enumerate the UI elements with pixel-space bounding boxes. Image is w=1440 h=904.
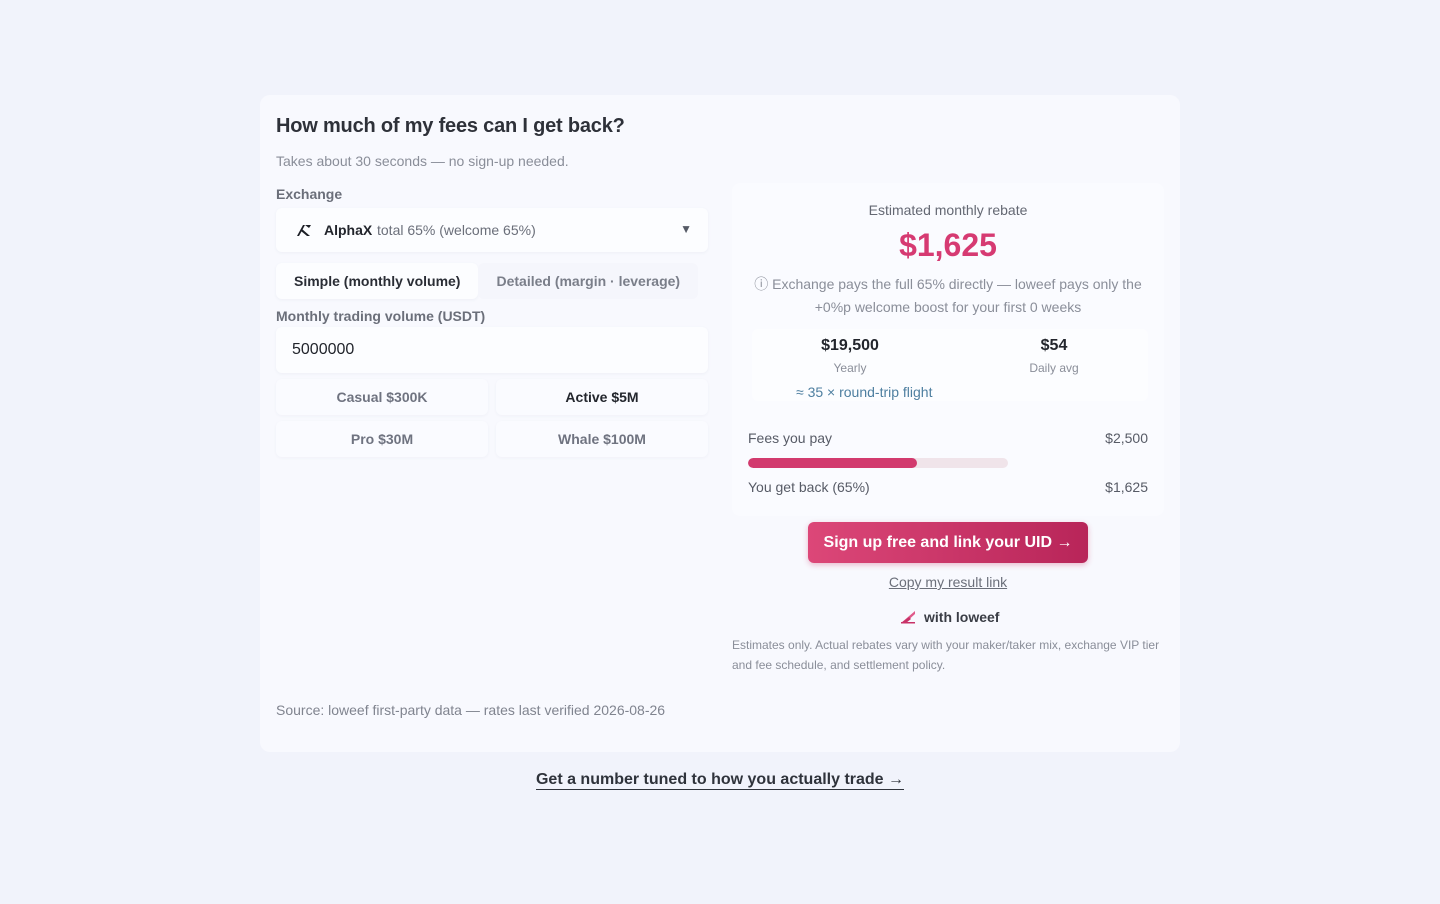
- flight-comparison: ≈ 35 × round-trip flight: [796, 384, 933, 400]
- bottom-link-wrap: Get a number tuned to how you actually t…: [0, 771, 1440, 790]
- disclaimer: Estimates only. Actual rebates vary with…: [732, 638, 1160, 672]
- alphax-logo-icon: [297, 225, 311, 236]
- fees-label: Fees you pay: [748, 430, 833, 446]
- preset-casual-button[interactable]: Casual $300K: [276, 379, 488, 415]
- volume-input[interactable]: [276, 327, 708, 373]
- brand-name: with loweef: [924, 609, 1000, 625]
- preset-whale-button[interactable]: Whale $100M: [496, 421, 708, 457]
- result-note: ⓘ Exchange pays the full 65% directly — …: [754, 276, 1142, 315]
- signup-button[interactable]: Sign up free and link your UID →: [808, 522, 1088, 563]
- loweef-logo-icon: [901, 611, 915, 624]
- yearly-label: Yearly: [833, 361, 867, 375]
- copy-result-link[interactable]: Copy my result link: [808, 574, 1088, 590]
- stats-box: $19,500 Yearly $54 Daily avg ≈ 35 × roun…: [752, 329, 1148, 401]
- back-value: $1,625: [1105, 479, 1148, 495]
- rebate-bar-fill: [748, 458, 917, 468]
- exchange-rate-text: total 65% (welcome 65%): [377, 222, 536, 238]
- tab-simple[interactable]: Simple (monthly volume): [276, 263, 479, 299]
- tab-detailed[interactable]: Detailed (margin · leverage): [478, 263, 699, 299]
- exchange-select[interactable]: AlphaX total 65% (welcome 65%) ▼: [276, 208, 708, 252]
- result-panel: Estimated monthly rebate $1,625 ⓘ Exchan…: [732, 183, 1164, 516]
- calculator-subtitle: Takes about 30 seconds — no sign-up need…: [276, 153, 569, 169]
- brand-credit: with loweef: [900, 608, 999, 626]
- fees-value: $2,500: [1105, 430, 1148, 446]
- daily-label: Daily avg: [1029, 361, 1079, 375]
- back-row: You get back (65%) $1,625: [748, 479, 1148, 495]
- preset-active-button[interactable]: Active $5M: [496, 379, 708, 415]
- volume-label: Monthly trading volume (USDT): [276, 308, 486, 324]
- rebate-calculator-card: How much of my fees can I get back? Take…: [260, 95, 1180, 752]
- result-label: Estimated monthly rebate: [868, 202, 1028, 218]
- exchange-name: AlphaX: [324, 222, 373, 238]
- result-amount: $1,625: [899, 227, 997, 263]
- caret-down-icon: ▼: [680, 222, 692, 236]
- daily-value: $54: [1040, 337, 1068, 354]
- fees-row: Fees you pay $2,500: [748, 430, 1148, 446]
- tuned-estimate-link[interactable]: Get a number tuned to how you actually t…: [535, 771, 905, 790]
- yearly-value: $19,500: [821, 337, 879, 354]
- calculator-title: How much of my fees can I get back?: [276, 115, 625, 137]
- rebate-bar: [748, 458, 1008, 468]
- source-note: Source: loweef first-party data — rates …: [276, 702, 666, 718]
- back-label: You get back (65%): [748, 479, 870, 495]
- mode-tabs: Simple (monthly volume) Detailed (margin…: [276, 263, 699, 299]
- exchange-label: Exchange: [276, 186, 343, 202]
- preset-pro-button[interactable]: Pro $30M: [276, 421, 488, 457]
